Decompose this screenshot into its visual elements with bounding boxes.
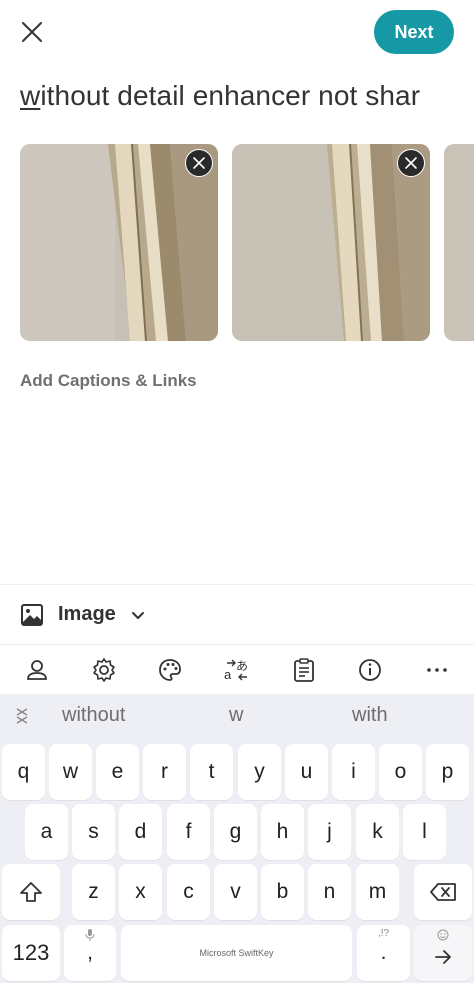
shift-key[interactable] [2,864,60,920]
key-j[interactable]: j [308,804,351,860]
key-q[interactable]: q [2,744,45,800]
space-brand-label: Microsoft SwiftKey [199,948,274,958]
gear-icon [93,657,115,682]
backspace-key[interactable] [414,864,472,920]
account-button[interactable] [17,650,57,690]
image-icon [21,603,43,626]
title-rest-text: ithout detail enhancer not shar [40,80,421,111]
collapse-suggestions-button[interactable] [10,704,34,728]
space-key[interactable]: Microsoft SwiftKey [121,925,352,981]
svg-text:あ: あ [236,659,248,673]
info-button[interactable] [350,650,390,690]
key-k[interactable]: k [356,804,399,860]
key-l[interactable]: l [403,804,446,860]
numbers-key[interactable]: 123 [2,925,60,981]
avatar-icon [27,659,48,680]
more-button[interactable] [417,650,457,690]
key-v[interactable]: v [214,864,257,920]
key-n[interactable]: n [308,864,351,920]
collapse-icon [16,708,28,724]
key-e[interactable]: e [96,744,139,800]
comma-key[interactable]: , [64,925,116,981]
chevron-down-icon [131,611,144,619]
photo-wall [444,144,474,341]
close-icon [22,22,42,42]
comma-label: , [87,941,93,964]
key-s[interactable]: s [72,804,115,860]
key-u[interactable]: u [285,744,328,800]
clipboard-icon [293,657,314,682]
photo-wall-door [232,144,430,341]
photo-wall-door [20,144,218,341]
enter-key[interactable] [414,925,472,981]
keyboard: without w with q w e r t y u i o p a s d… [0,694,474,983]
key-t[interactable]: t [190,744,233,800]
remove-image-button[interactable] [185,149,213,177]
key-m[interactable]: m [356,864,399,920]
backspace-icon [430,883,456,901]
image-thumbnail-2[interactable] [232,144,430,341]
period-label: . [380,941,387,964]
period-key[interactable]: ,!? . [357,925,410,981]
close-icon [405,157,417,169]
arrow-right-icon [435,950,451,964]
themes-button[interactable] [150,650,190,690]
key-w[interactable]: w [49,744,92,800]
key-z[interactable]: z [72,864,115,920]
remove-image-button[interactable] [397,149,425,177]
more-icon [426,667,447,672]
media-type-selector[interactable]: Image [0,584,474,644]
key-y[interactable]: y [238,744,281,800]
svg-text:a: a [224,667,232,682]
suggestion-3[interactable]: with [352,704,388,727]
translate-button[interactable]: a あ [217,650,257,690]
title-first-letter: w [20,80,41,111]
settings-button[interactable] [84,650,124,690]
key-b[interactable]: b [261,864,304,920]
key-i[interactable]: i [332,744,375,800]
close-button[interactable] [14,14,50,50]
add-captions-links-button[interactable]: Add Captions & Links [20,371,197,391]
key-f[interactable]: f [167,804,210,860]
image-thumbnail-1[interactable] [20,144,218,341]
key-c[interactable]: c [167,864,210,920]
image-thumbnail-3[interactable] [444,144,474,341]
palette-icon [159,658,182,681]
media-type-label: Image [58,603,116,625]
key-o[interactable]: o [379,744,422,800]
suggestion-bar: without w with [0,694,474,738]
key-d[interactable]: d [119,804,162,860]
close-icon [193,157,205,169]
key-g[interactable]: g [214,804,257,860]
suggestion-2[interactable]: w [229,704,243,727]
period-hint: ,!? [377,928,390,939]
key-x[interactable]: x [119,864,162,920]
suggestion-1[interactable]: without [62,704,125,727]
key-r[interactable]: r [143,744,186,800]
translate-icon: a あ [224,659,248,682]
key-p[interactable]: p [426,744,469,800]
key-a[interactable]: a [25,804,68,860]
microphone-icon [85,929,95,941]
post-title-input[interactable]: without detail enhancer not shar [20,80,474,116]
info-icon [359,658,381,681]
keyboard-toolbar: a あ [0,644,474,694]
clipboard-button[interactable] [284,650,324,690]
key-h[interactable]: h [261,804,304,860]
next-button[interactable]: Next [374,10,454,54]
emoji-icon [437,929,449,941]
shift-icon [20,882,42,902]
